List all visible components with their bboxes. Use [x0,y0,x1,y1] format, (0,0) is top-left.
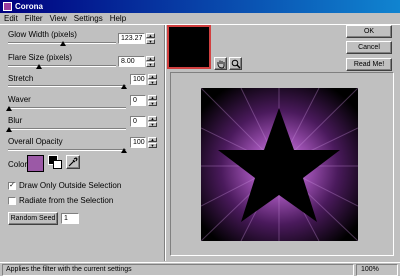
opacity-spinner[interactable]: ▲ ▼ [148,137,157,148]
menu-view[interactable]: View [50,14,67,23]
blur-spinner[interactable]: ▲ ▼ [148,116,157,127]
random-seed-button[interactable]: Random Seed [8,212,58,225]
stretch-spinner[interactable]: ▲ ▼ [148,74,157,85]
readme-button[interactable]: Read Me! [346,58,392,71]
waver-label: Waver [8,95,31,104]
glow-width-label: Glow Width (pixels) [8,30,77,39]
flare-size-label: Flare Size (pixels) [8,53,73,62]
eyedropper-button[interactable] [66,155,80,169]
blur-input[interactable]: 0 [130,116,146,127]
color-swatch[interactable] [27,155,44,172]
waver-spinner[interactable]: ▲ ▼ [148,95,157,106]
menu-bar: Edit Filter View Settings Help [0,13,400,25]
magnifier-icon [231,59,240,68]
draw-outside-checkbox[interactable]: ✓ [8,182,16,190]
color-label: Color [8,160,28,169]
ok-button[interactable]: OK [346,25,392,38]
glow-width-input[interactable]: 123.27 [118,33,145,44]
stretch-thumb[interactable] [121,84,127,89]
corona-star-preview [201,88,358,241]
hand-icon [217,60,225,68]
title-bar: Corona [0,0,400,13]
draw-outside-label: Draw Only Outside Selection [19,181,122,190]
blur-label: Blur [8,116,23,125]
stretch-track[interactable] [8,85,126,87]
waver-thumb[interactable] [6,106,12,111]
zoom-tool-button[interactable] [229,57,242,70]
menu-filter[interactable]: Filter [25,14,43,23]
menu-help[interactable]: Help [110,14,126,23]
opacity-thumb[interactable] [121,148,127,153]
flare-size-input[interactable]: 8.00 [118,56,145,67]
menu-edit[interactable]: Edit [4,14,18,23]
window-title: Corona [15,2,43,11]
status-text: Applies the filter with the current sett… [2,263,354,276]
status-bar: Applies the filter with the current sett… [0,262,400,276]
blur-thumb[interactable] [6,127,12,132]
flare-size-track[interactable] [8,65,116,67]
cancel-button[interactable]: Cancel [346,41,392,54]
flare-size-spinner[interactable]: ▲ ▼ [146,56,155,67]
blur-track[interactable] [8,128,126,130]
radiate-label: Radiate from the Selection [19,196,114,205]
fg-bg-color-icon[interactable] [48,155,62,169]
flare-size-thumb[interactable] [36,64,42,69]
opacity-input[interactable]: 100 [130,137,146,148]
zoom-level: 100% [356,263,398,276]
app-icon [3,2,12,11]
stretch-label: Stretch [8,74,34,83]
opacity-label: Overall Opacity [8,137,63,146]
panel-separator [164,25,166,261]
opacity-track[interactable] [8,149,126,151]
thumbnail-navigator[interactable] [167,25,211,69]
glow-width-thumb[interactable] [60,41,66,46]
preview-image [201,88,358,241]
eyedropper-icon [68,157,78,167]
glow-width-spinner[interactable]: ▲ ▼ [146,33,155,44]
waver-track[interactable] [8,107,126,109]
radiate-checkbox[interactable] [8,197,16,205]
stretch-input[interactable]: 100 [130,74,146,85]
hand-tool-button[interactable] [214,57,227,70]
menu-settings[interactable]: Settings [74,14,103,23]
random-seed-input[interactable]: 1 [61,213,79,224]
waver-input[interactable]: 0 [130,95,146,106]
